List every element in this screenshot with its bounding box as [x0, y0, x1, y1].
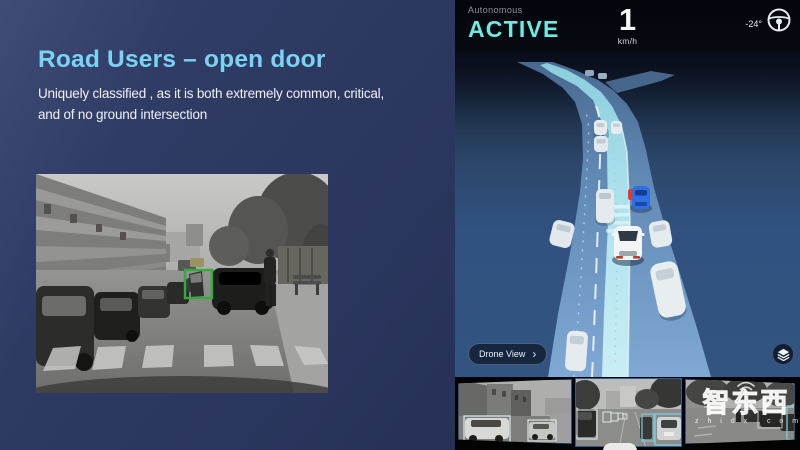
drone-view-button[interactable]: Drone View ›	[468, 343, 547, 365]
speed-value: 1	[618, 3, 638, 37]
chevron-right-icon: ›	[532, 349, 536, 359]
drone-view-label: Drone View	[479, 349, 525, 359]
slide-content: Road Users – open door Uniquely classifi…	[0, 0, 455, 450]
ego-vehicle	[612, 226, 645, 266]
presentation-slide: Road Users – open door Uniquely classifi…	[0, 0, 800, 450]
camera-feed-right	[685, 379, 795, 444]
subtitle-line-1: Uniquely classified , as it is both extr…	[38, 83, 438, 104]
mode-status: ACTIVE	[468, 16, 560, 43]
hmi-status-bar: Autonomous ACTIVE 1 km/h -24°	[455, 0, 800, 62]
camera-strip: 智东西 z h i d x . c o m	[455, 377, 800, 450]
slide-subtitle: Uniquely classified , as it is both extr…	[38, 83, 438, 125]
speed-block: 1 km/h	[618, 3, 638, 46]
steering-angle: -24°	[745, 19, 762, 29]
steering-block: -24°	[745, 7, 792, 33]
camera-feed-left	[458, 379, 572, 444]
road-visualization: Drone View ›	[455, 62, 800, 377]
page-title: Road Users – open door	[38, 46, 326, 74]
subtitle-line-2: and of no ground intersection	[38, 104, 438, 125]
speed-unit: km/h	[618, 36, 638, 46]
steering-wheel-icon	[766, 7, 792, 33]
street-scene-graphic	[36, 174, 328, 393]
map-layers-button[interactable]	[772, 343, 794, 365]
driving-hmi-panel: Autonomous ACTIVE 1 km/h -24°	[455, 0, 800, 450]
dashcam-photo	[36, 174, 328, 393]
detected-vehicle-open-door	[628, 186, 652, 213]
drive-mode-block: Autonomous ACTIVE	[468, 5, 560, 43]
layers-icon	[777, 348, 790, 361]
road-scene-graphic	[455, 62, 800, 377]
mode-label: Autonomous	[468, 5, 560, 15]
camera-feed-center	[575, 378, 682, 447]
ego-surround-marker	[603, 443, 637, 450]
